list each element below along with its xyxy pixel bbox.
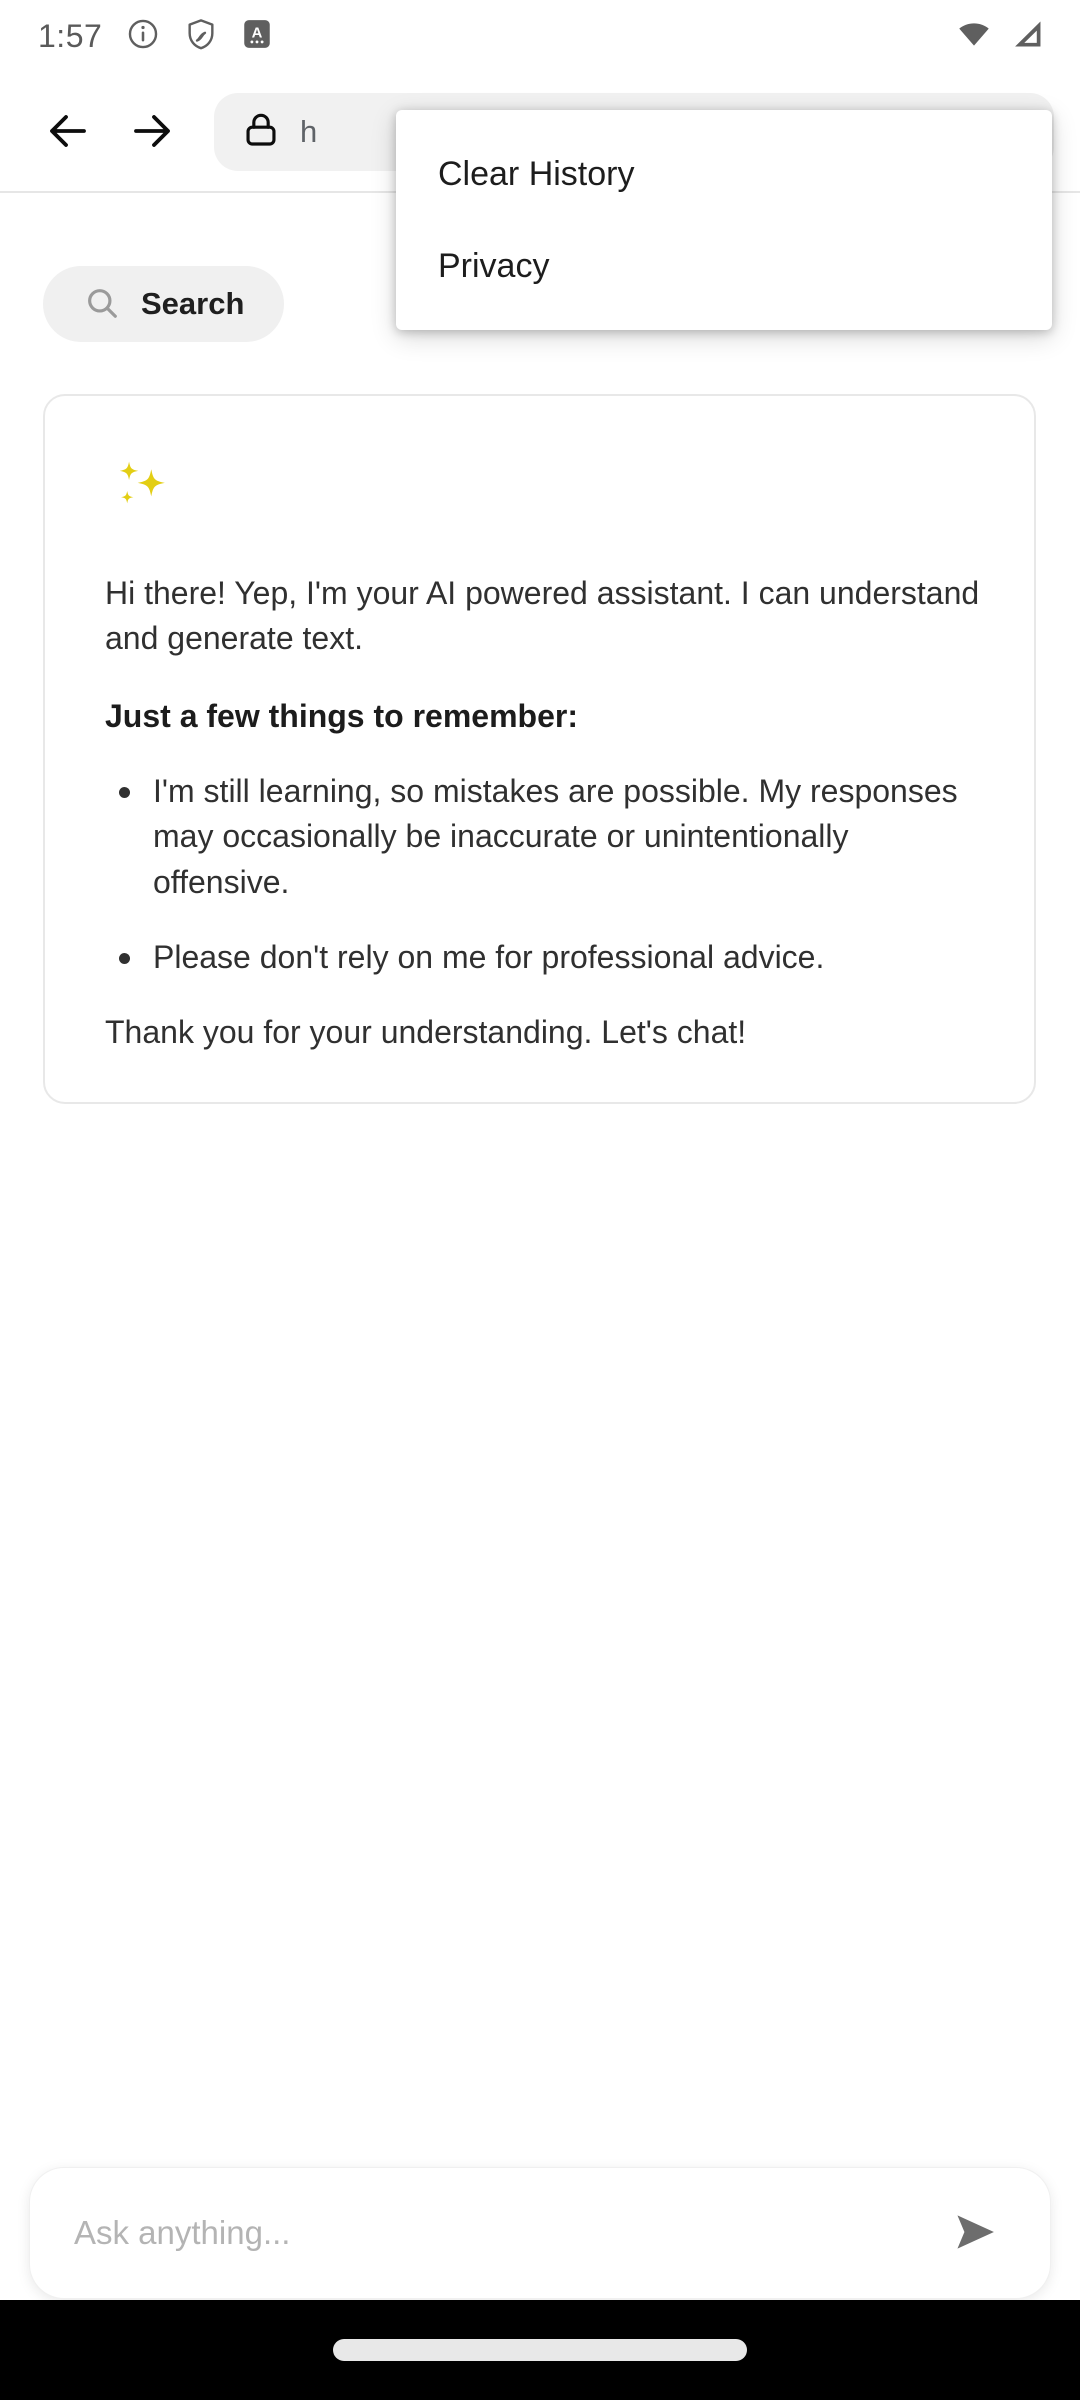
home-indicator[interactable] <box>333 2339 747 2361</box>
assistant-intro-card: Hi there! Yep, I'm your AI powered assis… <box>43 394 1036 1104</box>
info-icon <box>126 17 160 56</box>
shield-icon <box>184 17 218 56</box>
wifi-icon <box>954 17 994 56</box>
lock-icon <box>240 109 282 156</box>
gesture-navigation-bar <box>0 2300 1080 2400</box>
assistant-greeting: Hi there! Yep, I'm your AI powered assis… <box>105 575 980 657</box>
forward-arrow-icon <box>128 107 176 158</box>
send-icon <box>948 2205 1002 2262</box>
sparkles-icon <box>105 450 990 529</box>
cellular-signal-icon <box>1008 17 1046 56</box>
search-button-label: Search <box>141 286 245 321</box>
ask-anything-input[interactable] <box>74 2214 938 2252</box>
search-button[interactable]: Search <box>43 266 285 342</box>
remember-list: I'm still learning, so mistakes are poss… <box>105 769 990 981</box>
a-badge-icon: A <box>242 17 272 56</box>
list-item: I'm still learning, so mistakes are poss… <box>105 769 990 905</box>
status-bar-clock: 1:57 <box>38 18 103 54</box>
forward-button[interactable] <box>110 90 194 174</box>
status-bar-right <box>954 17 1046 56</box>
composer-bar <box>30 2168 1050 2298</box>
menu-item-privacy[interactable]: Privacy <box>396 220 1052 312</box>
status-bar-left: 1:57 A <box>38 17 272 56</box>
assistant-closing: Thank you for your understanding. Let's … <box>105 1014 747 1051</box>
status-bar: 1:57 A <box>0 0 1080 72</box>
send-button[interactable] <box>938 2196 1012 2270</box>
menu-item-clear-history[interactable]: Clear History <box>396 128 1052 220</box>
back-button[interactable] <box>26 90 110 174</box>
back-arrow-icon <box>44 107 92 158</box>
search-icon <box>83 284 121 325</box>
list-item: Please don't rely on me for professional… <box>105 935 990 980</box>
url-text: h <box>300 114 318 149</box>
remember-heading: Just a few things to remember: <box>105 697 578 734</box>
overflow-menu: Clear History Privacy <box>396 110 1052 330</box>
svg-text:A: A <box>252 25 263 41</box>
phone-screen: 1:57 A h Search Hi there! Yep, I'm your … <box>0 0 1080 2400</box>
